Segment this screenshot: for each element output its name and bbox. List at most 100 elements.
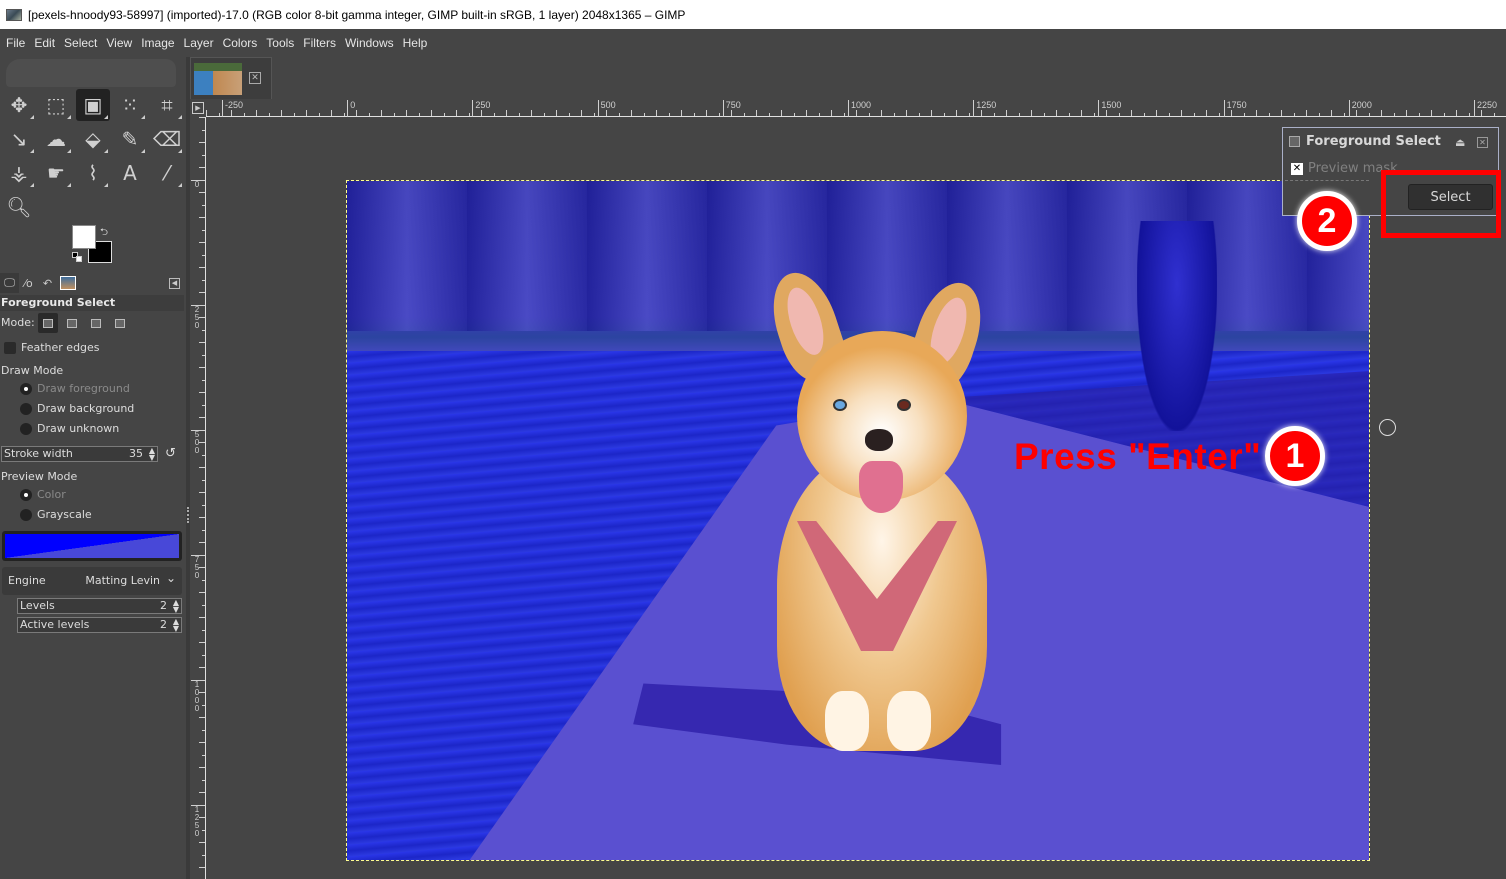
mode-add-icon[interactable] [62,313,82,333]
menu-filters[interactable]: Filters [301,36,341,50]
menu-help[interactable]: Help [401,36,433,50]
dock-menu-icon[interactable]: ◀ [169,277,180,289]
spinner-arrows-icon[interactable]: ▲ ▼ [173,599,179,614]
transform-tool-button[interactable]: ↘ [2,123,36,155]
stroke-width-spinner[interactable]: Stroke width 35 ▲ ▼ [1,446,158,462]
text-tool-button[interactable]: A [113,157,147,189]
foreground-select-tool-button[interactable]: ▣ [76,89,110,121]
image-tab[interactable]: ✕ [190,57,272,99]
mode-intersect-icon[interactable] [110,313,130,333]
crop-tool-button[interactable]: ⌗ [150,89,184,121]
reset-stroke-width-icon[interactable]: ↺ [165,446,176,461]
warp-tool-button[interactable]: ☁ [39,123,73,155]
ruler-tick [1006,110,1007,116]
dog-eye-left [833,399,847,411]
ruler-tick [199,417,205,418]
foreground-color-swatch[interactable] [72,225,96,249]
levels-spinner[interactable]: Levels 2 ▲ ▼ [17,598,182,614]
draw-foreground-radio[interactable] [20,383,32,395]
fuzzy-select-tool-button[interactable]: ⁙ [113,89,147,121]
quick-mask-toggle-icon[interactable]: ▶ [192,102,204,114]
zoom-tool-button[interactable]: 🔍︎ [2,191,36,223]
ruler-tick [202,654,205,656]
image-canvas[interactable] [346,180,1370,861]
smudge-tool-button[interactable]: ☛ [39,157,73,189]
mode-subtract-icon[interactable] [86,313,106,333]
ruler-tick [406,110,407,116]
menu-windows[interactable]: Windows [343,36,399,50]
images-tab-icon[interactable] [60,276,76,290]
ruler-tick [199,142,205,143]
grip-dots-icon [187,507,189,523]
menu-bar: File Edit Select View Image Layer Colors… [0,29,1506,57]
preview-color-radio[interactable] [20,489,32,501]
draw-unknown-radio[interactable] [20,423,32,435]
ruler-tick [1156,110,1157,116]
tool-group-indicator-icon [30,183,34,187]
tool-group-indicator-icon [104,115,108,119]
tool-group-indicator-icon [178,183,182,187]
eraser-tool-button[interactable]: ⌫ [150,123,184,155]
color-picker-tool-button[interactable]: ⁄ [150,157,184,189]
swap-colors-icon[interactable]: ⮌ [100,225,108,242]
mask-color-button[interactable] [2,531,182,561]
spinner-arrows-icon[interactable]: ▲ ▼ [149,447,155,462]
feather-edges-checkbox[interactable] [4,342,16,354]
horizontal-ruler[interactable]: -250 0 250 500 750 1000 1250 1500 1750 2000 2250 [206,99,1506,117]
menu-tools[interactable]: Tools [264,36,299,50]
menu-image[interactable]: Image [139,36,179,50]
tool-group-indicator-icon [30,115,34,119]
draw-background-radio[interactable] [20,403,32,415]
device-status-tab-icon[interactable]: ⁄o [19,273,38,293]
close-image-icon[interactable]: ✕ [249,72,261,84]
menu-file[interactable]: File [4,36,30,50]
ruler-tick [318,113,320,116]
ruler-label: 1250 [191,805,203,838]
paintbrush-tool-icon: ✎ [121,127,139,151]
ruler-tick [531,110,532,116]
default-colors-icon[interactable] [72,252,82,262]
menu-layer[interactable]: Layer [182,36,219,50]
stroke-width-label: Stroke width [4,447,73,460]
ruler-tick [518,113,520,116]
ruler-tick [356,110,357,116]
clone-tool-icon: ⚶ [10,161,28,185]
tool-options-tab-icon[interactable]: 🖵 [0,273,19,293]
active-levels-spinner[interactable]: Active levels 2 ▲ ▼ [17,617,182,633]
undo-history-tab-icon[interactable]: ↶ [38,273,57,293]
ruler-tick [593,113,595,116]
menu-select[interactable]: Select [62,36,102,50]
clone-tool-button[interactable]: ⚶ [2,157,36,189]
ruler-tick [1131,110,1132,116]
dialog-pin-icon[interactable]: ⏏ [1455,136,1465,149]
ruler-tick [199,367,205,368]
ruler-tick [668,113,670,116]
bucket-fill-tool-button[interactable]: ⬙ [76,123,110,155]
spinner-arrows-icon[interactable]: ▲ ▼ [173,618,179,633]
ruler-tick [831,110,832,116]
vertical-ruler[interactable]: 025050075010001250 [190,117,206,879]
ruler-tick [199,717,205,718]
ruler-tick [1481,110,1482,116]
dialog-close-icon[interactable]: ✕ [1477,137,1488,148]
ruler-tick [202,579,205,581]
paintbrush-tool-button[interactable]: ✎ [113,123,147,155]
ruler-tick [1056,110,1057,116]
menu-view[interactable]: View [104,36,137,50]
ruler-tick [199,317,205,318]
preview-mask-checkbox[interactable]: ✕ [1291,163,1303,175]
rect-select-tool-button[interactable]: ⬚ [39,89,73,121]
ruler-tick [843,113,845,116]
fuzzy-select-tool-icon: ⁙ [121,93,139,117]
ruler-tick [1106,110,1107,116]
paths-tool-button[interactable]: ⌇ [76,157,110,189]
engine-dropdown[interactable]: Engine Matting Levin ⌄ [2,567,182,595]
mode-replace-icon[interactable] [38,313,58,333]
preview-grayscale-radio[interactable] [20,509,32,521]
ruler-tick [431,110,432,116]
menu-colors[interactable]: Colors [221,36,263,50]
move-tool-button[interactable]: ✥ [2,89,36,121]
press-enter-annotation: Press "Enter" [1014,436,1262,477]
ruler-tick [693,113,695,116]
menu-edit[interactable]: Edit [32,36,60,50]
